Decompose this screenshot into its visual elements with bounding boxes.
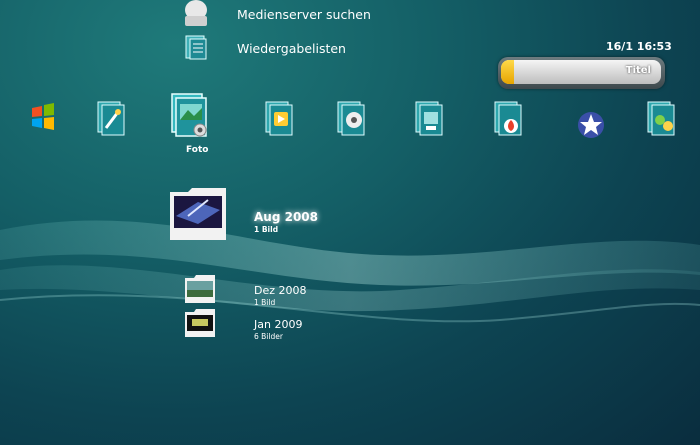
media-folder-icon [415, 101, 443, 136]
category-settings[interactable] [96, 100, 128, 138]
progress-track: Titel [501, 60, 661, 84]
photo-folder-icon [171, 93, 207, 137]
photo-folder-thumbnail [185, 309, 215, 337]
star-network-icon [578, 112, 604, 138]
friends-folder-icon [647, 101, 675, 136]
photo-folder-thumbnail [170, 188, 226, 240]
menu-item-playlists[interactable]: Wiedergabelisten [182, 34, 346, 62]
status-bar: Titel [498, 57, 665, 89]
photo-folder-thumbnail [185, 275, 215, 303]
tools-folder-icon [97, 101, 125, 136]
folder-item-aug-2008[interactable] [168, 186, 228, 246]
folder-title: Jan 2009 [254, 318, 303, 331]
flame-folder-icon [494, 101, 522, 136]
category-friends[interactable] [646, 100, 678, 138]
category-label: Foto [186, 145, 209, 155]
category-photo[interactable] [170, 92, 212, 140]
folder-item-jan-2009[interactable] [184, 308, 216, 342]
folder-subtitle: 1 Bild [254, 225, 279, 234]
progress-fill [501, 60, 514, 84]
category-video[interactable] [264, 100, 296, 138]
category-flame[interactable] [493, 100, 525, 138]
folder-item-dez-2008[interactable] [184, 274, 216, 308]
playlist-icon [182, 34, 210, 62]
folder-subtitle: 1 Bild [254, 298, 276, 307]
category-media[interactable] [414, 100, 446, 138]
folder-subtitle: 6 Bilder [254, 332, 283, 341]
menu-item-media-server[interactable]: Medienserver suchen [182, 0, 371, 28]
media-server-icon [182, 0, 210, 28]
film-folder-icon [337, 101, 365, 136]
category-network[interactable] [576, 110, 608, 148]
category-film[interactable] [336, 100, 368, 138]
folder-title: Aug 2008 [254, 210, 318, 224]
clock: 16/1 16:53 [606, 40, 672, 53]
menu-item-label: Medienserver suchen [237, 6, 371, 22]
windows-logo-icon [32, 103, 54, 130]
progress-label: Titel [625, 65, 651, 76]
folder-title: Dez 2008 [254, 284, 307, 297]
menu-item-label: Wiedergabelisten [237, 40, 346, 56]
category-windows[interactable] [30, 102, 62, 140]
video-folder-icon [265, 101, 293, 136]
